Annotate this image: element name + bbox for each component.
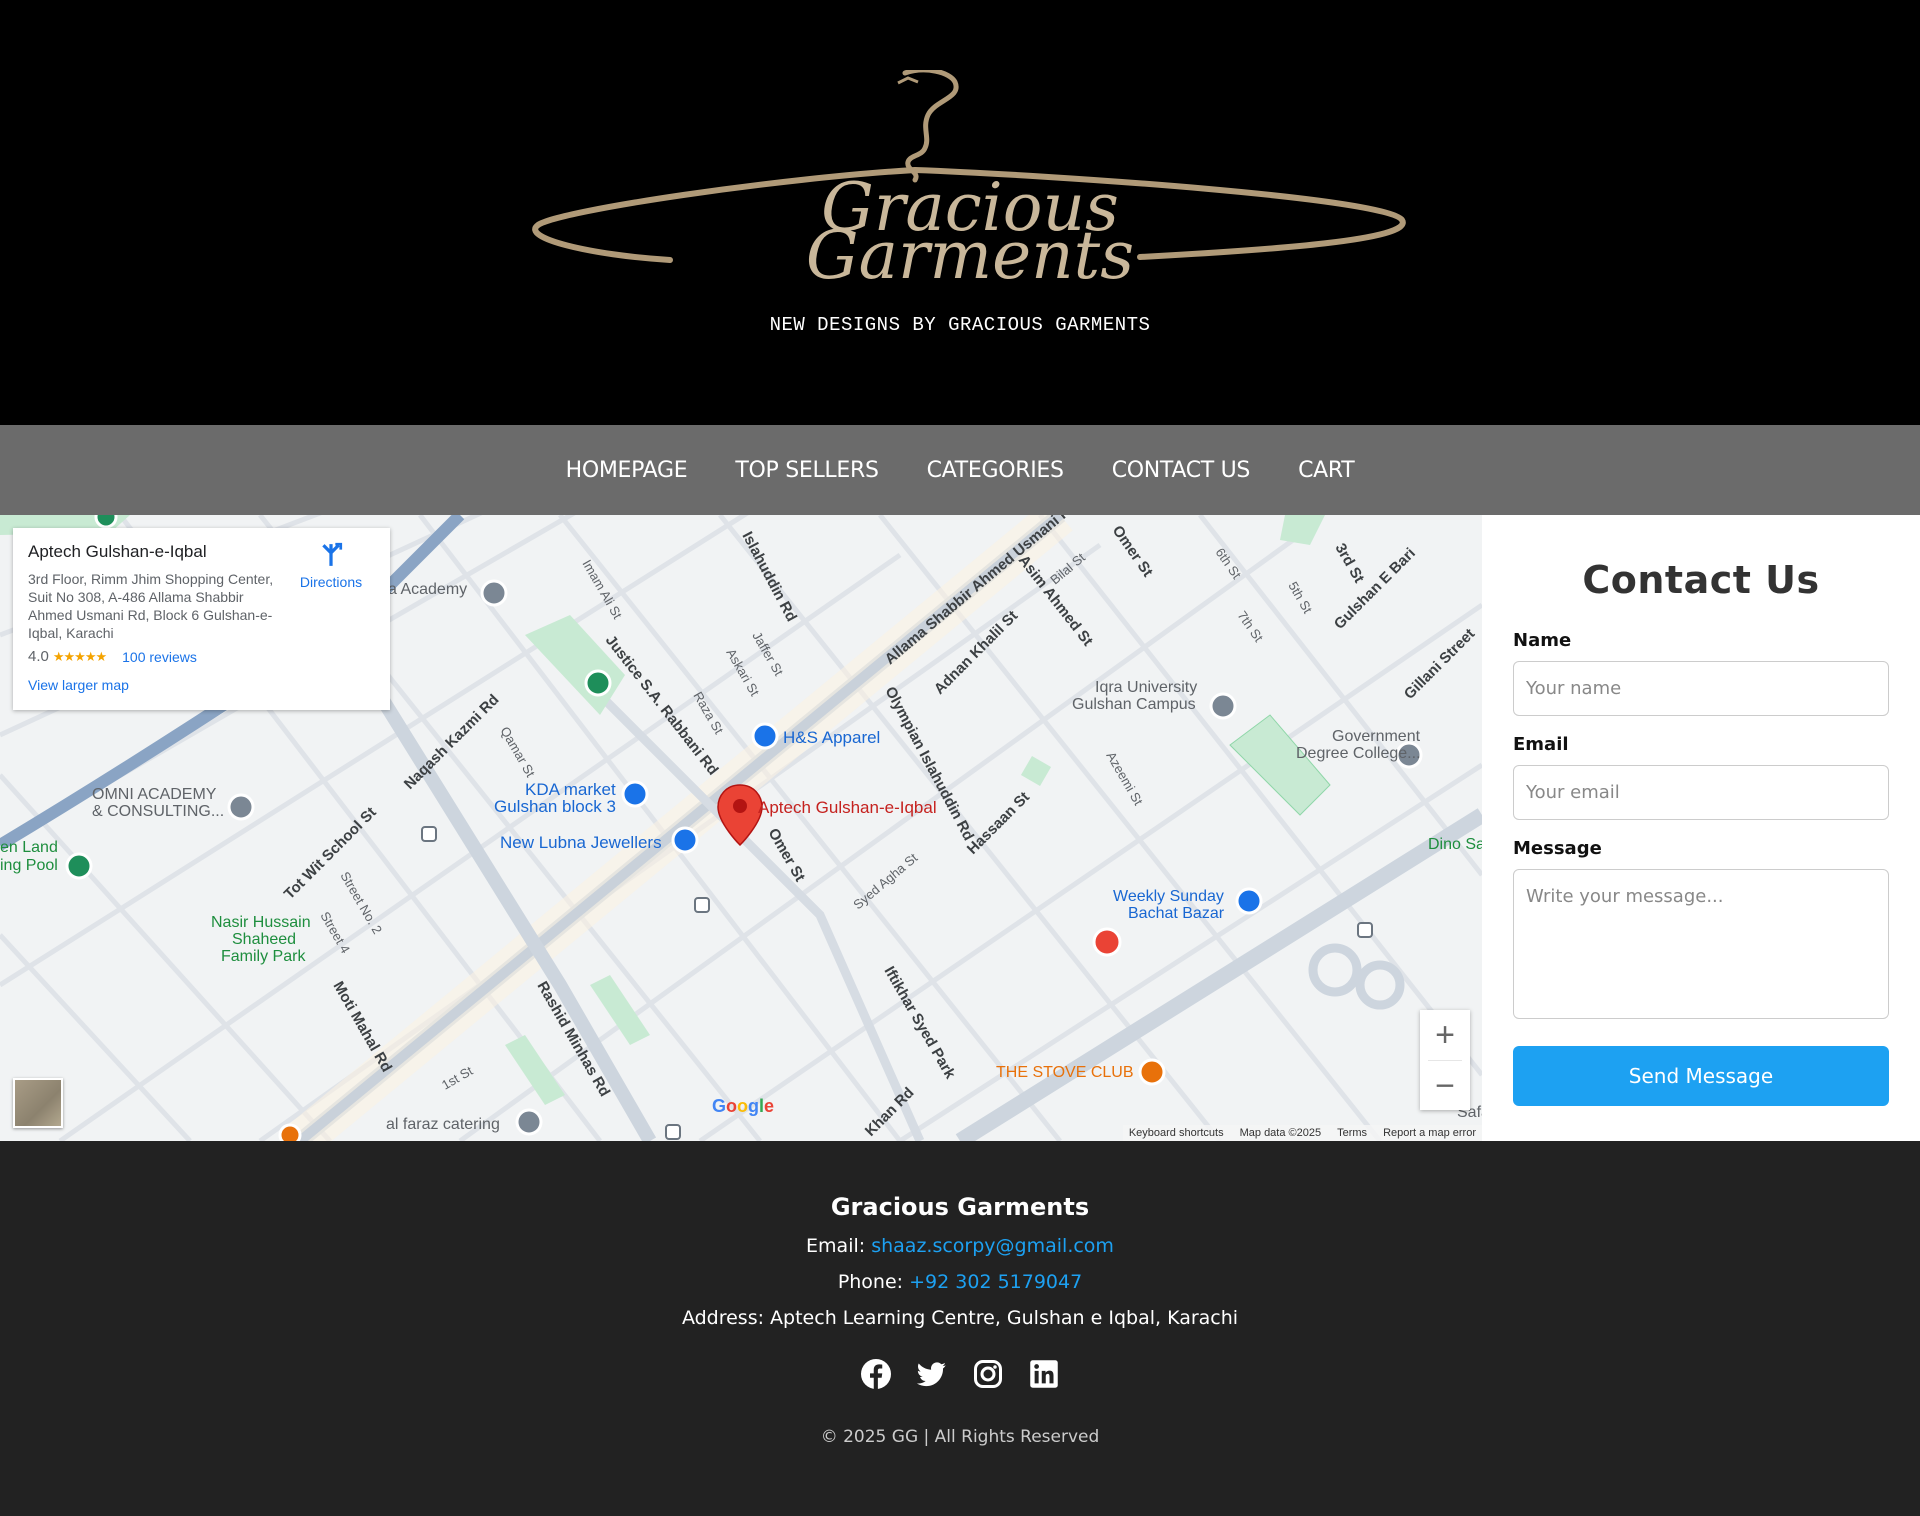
contact-title: Contact Us: [1582, 558, 1820, 602]
footer-address: Address: Aptech Learning Centre, Gulshan…: [681, 1307, 1239, 1329]
satellite-toggle-button[interactable]: [13, 1078, 63, 1128]
email-label: Email: [1513, 734, 1569, 755]
svg-text:Dino Sa: Dino Sa: [1428, 836, 1482, 853]
nav-cart[interactable]: CART: [1298, 458, 1355, 483]
view-larger-map-link[interactable]: View larger map: [28, 677, 375, 693]
svg-text:New Lubna Jewellers: New Lubna Jewellers: [500, 833, 662, 852]
embedded-map[interactable]: Aptech Gulshan-e-Iqbal H&S Apparel KDA m…: [0, 515, 1482, 1141]
nav-categories[interactable]: CATEGORIES: [927, 458, 1064, 483]
nav-contact-us[interactable]: CONTACT US: [1112, 458, 1251, 483]
svg-text:Government: Government: [1332, 728, 1421, 745]
zoom-in-button[interactable]: +: [1420, 1010, 1470, 1060]
footer-phone-line: Phone: +92 302 5179047: [0, 1271, 1920, 1293]
contact-form: Contact Us Name Your name Email Your ema…: [1482, 515, 1920, 1135]
message-label: Message: [1513, 838, 1602, 859]
svg-text:& CONSULTING...: & CONSULTING...: [92, 803, 224, 820]
footer-phone-link[interactable]: +92 302 5179047: [909, 1271, 1082, 1293]
google-logo: Google: [712, 1096, 775, 1116]
instagram-icon[interactable]: [973, 1359, 1003, 1389]
reviews-link[interactable]: 100 reviews: [122, 649, 197, 665]
pin-label: Aptech Gulshan-e-Iqbal: [758, 798, 937, 817]
footer-title: Gracious Garments: [830, 1193, 1090, 1221]
svg-text:en Land: en Land: [0, 839, 58, 856]
report-map-error-link[interactable]: Report a map error: [1383, 1127, 1476, 1139]
gracious-garments-logo[interactable]: Gracious Garments: [530, 70, 1410, 290]
rating-value: 4.0: [28, 648, 49, 665]
nav-top-sellers[interactable]: TOP SELLERS: [735, 458, 879, 483]
footer-email-line: Email: shaaz.scorpy@gmail.com: [0, 1235, 1920, 1257]
footer-email-link[interactable]: shaaz.scorpy@gmail.com: [871, 1235, 1114, 1257]
svg-text:Gulshan block 3: Gulshan block 3: [494, 797, 616, 816]
svg-text:Gulshan Campus: Gulshan Campus: [1072, 696, 1196, 713]
svg-text:al faraz catering: al faraz catering: [386, 1116, 500, 1133]
footer-email-label: Email:: [806, 1235, 866, 1257]
facebook-icon[interactable]: [861, 1359, 891, 1389]
social-links: [0, 1359, 1920, 1389]
svg-text:H&S Apparel: H&S Apparel: [783, 728, 880, 747]
svg-text:Degree College...: Degree College...: [1296, 745, 1421, 762]
site-header: Gracious Garments NEW DESIGNS BY GRACIOU…: [0, 0, 1920, 425]
svg-text:ing Pool: ing Pool: [0, 857, 58, 874]
svg-text:Iqra University: Iqra University: [1095, 679, 1197, 696]
svg-text:Shaheed: Shaheed: [232, 931, 296, 948]
zoom-controls: + −: [1420, 1010, 1470, 1110]
copyright: © 2025 GG | All Rights Reserved: [820, 1427, 1100, 1447]
nav-homepage[interactable]: HOMEPAGE: [566, 458, 688, 483]
terms-link[interactable]: Terms: [1337, 1127, 1367, 1139]
svg-text:a Academy: a Academy: [388, 581, 467, 598]
email-input[interactable]: Your email: [1513, 765, 1889, 820]
svg-text:OMNI ACADEMY: OMNI ACADEMY: [92, 786, 217, 803]
directions-label: Directions: [299, 574, 363, 590]
name-label: Name: [1513, 630, 1572, 651]
star-rating-icon: ★★★★★: [52, 648, 107, 664]
svg-text:Bachat Bazar: Bachat Bazar: [1128, 905, 1225, 922]
main-nav: HOMEPAGE TOP SELLERS CATEGORIES CONTACT …: [0, 425, 1920, 515]
svg-text:Family Park: Family Park: [221, 948, 306, 965]
svg-text:Weekly Sunday: Weekly Sunday: [1113, 888, 1224, 905]
linkedin-icon[interactable]: [1029, 1359, 1059, 1389]
directions-button[interactable]: Directions: [296, 542, 366, 590]
map-footer: Keyboard shortcuts Map data ©2025 Terms …: [1122, 1125, 1482, 1141]
footer-phone-label: Phone:: [837, 1271, 904, 1293]
place-card: Aptech Gulshan-e-Iqbal 3rd Floor, Rimm J…: [13, 528, 390, 710]
zoom-out-button[interactable]: −: [1420, 1061, 1470, 1111]
svg-text:THE STOVE CLUB: THE STOVE CLUB: [996, 1064, 1134, 1081]
map-data-label: Map data ©2025: [1239, 1127, 1322, 1139]
message-textarea[interactable]: Write your message...: [1513, 869, 1889, 1019]
send-message-button[interactable]: Send Message: [1513, 1046, 1889, 1106]
site-footer: Gracious Garments Email: shaaz.scorpy@gm…: [0, 1141, 1920, 1516]
keyboard-shortcuts-link[interactable]: Keyboard shortcuts: [1129, 1127, 1224, 1139]
svg-text:Nasir Hussain: Nasir Hussain: [211, 914, 311, 931]
twitter-icon[interactable]: [917, 1359, 947, 1389]
name-input[interactable]: Your name: [1513, 661, 1889, 716]
directions-icon: [322, 542, 343, 566]
place-rating: 4.0 ★★★★★ 100 reviews: [28, 648, 375, 665]
logo-text-garments: Garments: [806, 217, 1134, 290]
place-address: 3rd Floor, Rimm Jhim Shopping Center, Su…: [28, 571, 274, 641]
tagline: NEW DESIGNS BY GRACIOUS GARMENTS: [769, 314, 1151, 336]
